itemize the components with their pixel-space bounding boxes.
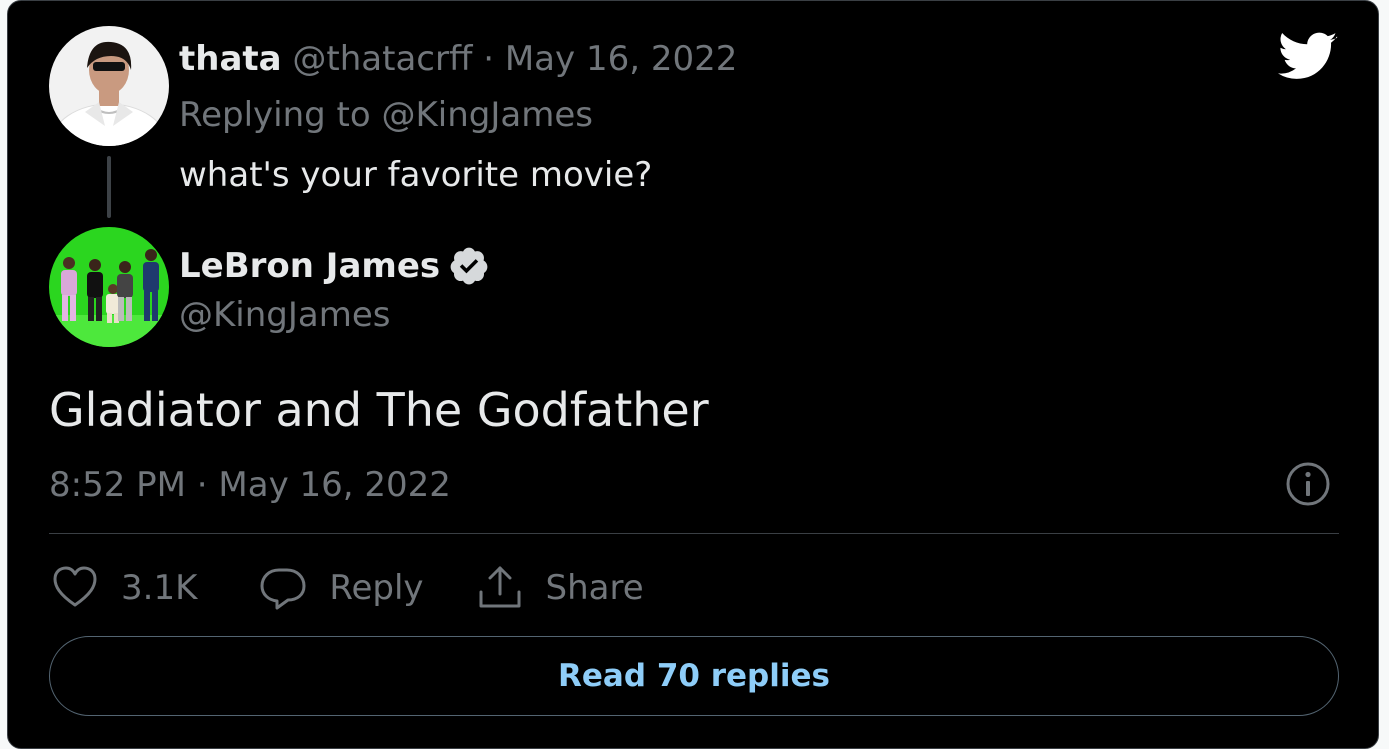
reply-author-handle[interactable]: @thatacrff — [292, 39, 472, 79]
tweet-embed-card: thata @thatacrff · May 16, 2022 Replying… — [7, 0, 1379, 749]
heart-icon — [53, 566, 97, 607]
info-icon[interactable] — [1284, 460, 1332, 508]
reply-label: Reply — [329, 568, 424, 608]
reply-button[interactable]: Reply — [257, 562, 424, 614]
like-count: 3.1K — [121, 568, 198, 608]
main-tweet-timestamp[interactable]: 8:52 PM · May 16, 2022 — [49, 463, 451, 507]
tweet-actions-bar: 3.1K Reply Share — [49, 561, 644, 615]
reply-tweet-date[interactable]: May 16, 2022 — [505, 39, 738, 79]
verified-badge-icon — [450, 247, 488, 285]
share-icon — [479, 566, 521, 608]
main-tweet-text: Gladiator and The Godfather — [49, 383, 709, 437]
reply-author-avatar[interactable] — [49, 26, 169, 146]
main-author-handle[interactable]: @KingJames — [179, 293, 391, 337]
share-label: Share — [545, 568, 644, 608]
reply-tweet-text: what's your favorite movie? — [179, 155, 653, 195]
thread-connector-line — [107, 156, 111, 218]
share-button[interactable]: Share — [474, 562, 644, 614]
actions-divider — [49, 533, 1339, 534]
speech-bubble-icon — [260, 568, 306, 610]
read-replies-button[interactable]: Read 70 replies — [49, 636, 1339, 716]
twitter-bird-icon[interactable] — [1278, 32, 1338, 82]
reply-tweet-header: thata @thatacrff · May 16, 2022 — [179, 37, 737, 81]
reply-author-name[interactable]: thata — [179, 39, 282, 79]
header-separator: · — [483, 39, 495, 79]
main-author-avatar[interactable] — [49, 227, 169, 347]
main-author-name-row: LeBron James — [179, 243, 490, 289]
main-author-name[interactable]: LeBron James — [179, 246, 440, 286]
like-button[interactable]: 3.1K — [49, 562, 197, 614]
replying-to-label: Replying to @KingJames — [179, 95, 593, 135]
